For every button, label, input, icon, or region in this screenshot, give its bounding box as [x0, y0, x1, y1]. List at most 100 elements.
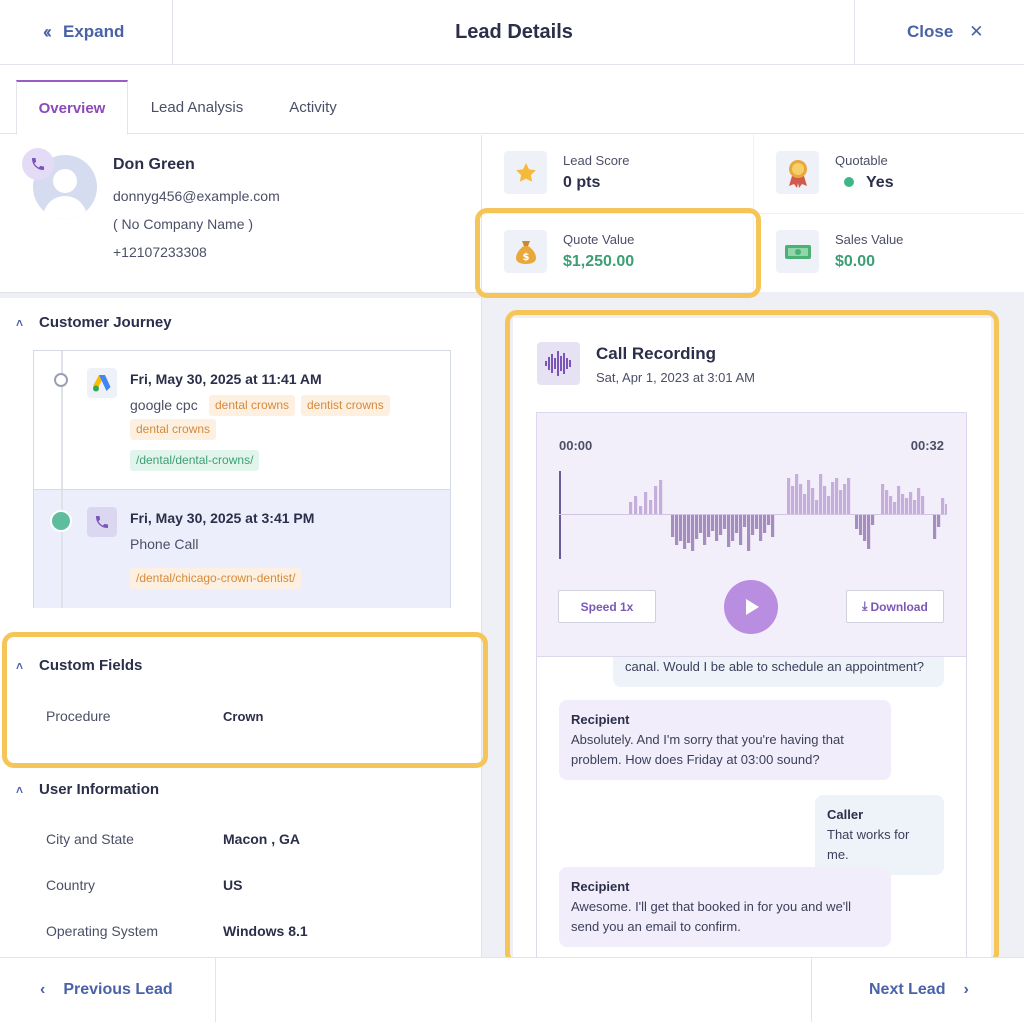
- keyword-tag: dentist crowns: [301, 395, 390, 416]
- transcript[interactable]: canal. Would I be able to schedule an ap…: [536, 657, 967, 958]
- waveform-bar: [807, 480, 811, 514]
- waveform-bar: [819, 474, 823, 514]
- speed-button[interactable]: Speed 1x: [558, 590, 656, 623]
- lead-profile: Don Green donnyg456@example.com ( No Com…: [0, 135, 481, 293]
- lead-score-value: 0 pts: [563, 174, 601, 191]
- expand-button[interactable]: ‹‹ Expand: [0, 0, 173, 64]
- transcript-message: canal. Would I be able to schedule an ap…: [613, 657, 944, 687]
- quote-value-label: Quote Value: [563, 232, 635, 247]
- waveform-bar: [889, 496, 893, 514]
- waveform-bar: [679, 515, 683, 541]
- waveform-bar: [695, 515, 699, 539]
- sales-value-amount: $0.00: [835, 253, 876, 270]
- chevron-up-icon: ˄: [16, 315, 24, 330]
- download-button[interactable]: ⤓ Download: [846, 590, 944, 623]
- country-label: Country: [46, 877, 96, 893]
- landing-path-tag: /dental/chicago-crown-dentist/: [130, 568, 302, 589]
- previous-lead-button[interactable]: ‹ Previous Lead: [0, 958, 216, 1022]
- message-speaker: Caller: [827, 807, 864, 822]
- waveform-bar: [699, 515, 703, 533]
- waveform-bar: [897, 486, 901, 514]
- stat-lead-score: Lead Score 0 pts: [482, 135, 753, 213]
- status-dot-icon: [844, 177, 854, 187]
- waveform-bar: [719, 515, 723, 535]
- money-bag-icon: $: [504, 230, 547, 273]
- waveform-bar: [654, 486, 658, 514]
- next-lead-button[interactable]: Next Lead ›: [811, 958, 1024, 1022]
- timeline-dot-active: [50, 510, 72, 532]
- transcript-message: Caller That works for me.: [815, 795, 944, 875]
- message-speaker: Recipient: [571, 879, 630, 894]
- customer-journey-header[interactable]: ˄ Customer Journey: [16, 314, 172, 331]
- message-text: Awesome. I'll get that booked in for you…: [571, 899, 852, 934]
- city-state-label: City and State: [46, 831, 134, 847]
- waveform-bar: [683, 515, 687, 549]
- waveform-bar: [751, 515, 755, 535]
- tab-overview[interactable]: Overview: [16, 80, 128, 135]
- next-lead-label: Next Lead: [869, 981, 946, 998]
- chevron-up-icon: ˄: [16, 782, 24, 797]
- waveform-bar: [847, 478, 851, 514]
- expand-label: Expand: [63, 22, 125, 41]
- tab-bar: Overview Lead Analysis Activity: [0, 65, 1024, 135]
- waveform-bar: [703, 515, 707, 545]
- close-label: Close: [907, 22, 954, 41]
- user-information-header[interactable]: ˄ User Information: [16, 781, 159, 798]
- waveform-bar: [881, 484, 885, 514]
- operating-system-value: Windows 8.1: [223, 923, 308, 939]
- journey-event-source: google cpc: [130, 397, 198, 413]
- call-recording-title: Call Recording: [596, 344, 716, 363]
- journey-event-date: Fri, May 30, 2025 at 11:41 AM: [130, 371, 322, 387]
- waveform-bar: [629, 502, 633, 514]
- close-button[interactable]: Close ✕: [854, 0, 1024, 64]
- journey-event-active[interactable]: Fri, May 30, 2025 at 3:41 PM Phone Call …: [34, 489, 450, 608]
- quotable-value: Yes: [844, 174, 894, 192]
- custom-fields-header[interactable]: ˄ Custom Fields: [16, 657, 142, 674]
- message-text: That works for me.: [827, 827, 910, 862]
- waveform[interactable]: [559, 471, 947, 559]
- section-divider: [0, 293, 481, 298]
- waveform-bar: [823, 486, 827, 514]
- tab-lead-analysis[interactable]: Lead Analysis: [140, 80, 254, 134]
- procedure-value: Crown: [223, 709, 264, 724]
- waveform-bar: [755, 515, 759, 529]
- waveform-bar: [791, 486, 795, 514]
- download-icon: ⤓: [862, 599, 868, 613]
- close-icon: ✕: [969, 22, 984, 41]
- phone-icon: [87, 507, 117, 537]
- waveform-bar: [795, 474, 799, 514]
- waveform-bar: [707, 515, 711, 537]
- waveform-bar: [731, 515, 735, 541]
- tab-activity[interactable]: Activity: [276, 80, 350, 134]
- waveform-bar: [811, 488, 815, 514]
- waveform-bar: [649, 500, 653, 514]
- waveform-bar: [917, 488, 921, 514]
- waveform-bar: [863, 515, 867, 541]
- waveform-bar: [715, 515, 719, 541]
- waveform-bar: [933, 515, 937, 539]
- waveform-bar: [815, 500, 819, 514]
- waveform-bar: [905, 498, 909, 514]
- custom-fields-title: Custom Fields: [39, 657, 143, 674]
- sales-value-label: Sales Value: [835, 232, 904, 247]
- audio-wave-icon: [537, 342, 580, 385]
- user-information-title: User Information: [39, 781, 160, 798]
- play-button[interactable]: [724, 580, 778, 634]
- highlight-custom-fields: [2, 632, 488, 768]
- waveform-bar: [639, 506, 643, 514]
- quotable-value-text: Yes: [866, 174, 894, 191]
- timeline-dot: [54, 373, 68, 387]
- footer-bar: ‹ Previous Lead Next Lead ›: [0, 957, 1024, 1022]
- waveform-bar: [921, 496, 925, 514]
- double-chevron-left-icon: ‹‹: [43, 21, 52, 42]
- keyword-tag: dental crowns: [130, 419, 217, 440]
- google-ads-icon: [87, 368, 117, 398]
- header-bar: ‹‹ Expand Lead Details Close ✕: [0, 0, 1024, 65]
- waveform-bar: [941, 498, 945, 514]
- customer-journey-title: Customer Journey: [39, 314, 172, 331]
- cash-icon: [776, 230, 819, 273]
- waveform-bar: [675, 515, 679, 545]
- lead-phone: +12107233308: [113, 244, 207, 260]
- phone-icon: [22, 148, 54, 180]
- waveform-bar: [671, 515, 675, 537]
